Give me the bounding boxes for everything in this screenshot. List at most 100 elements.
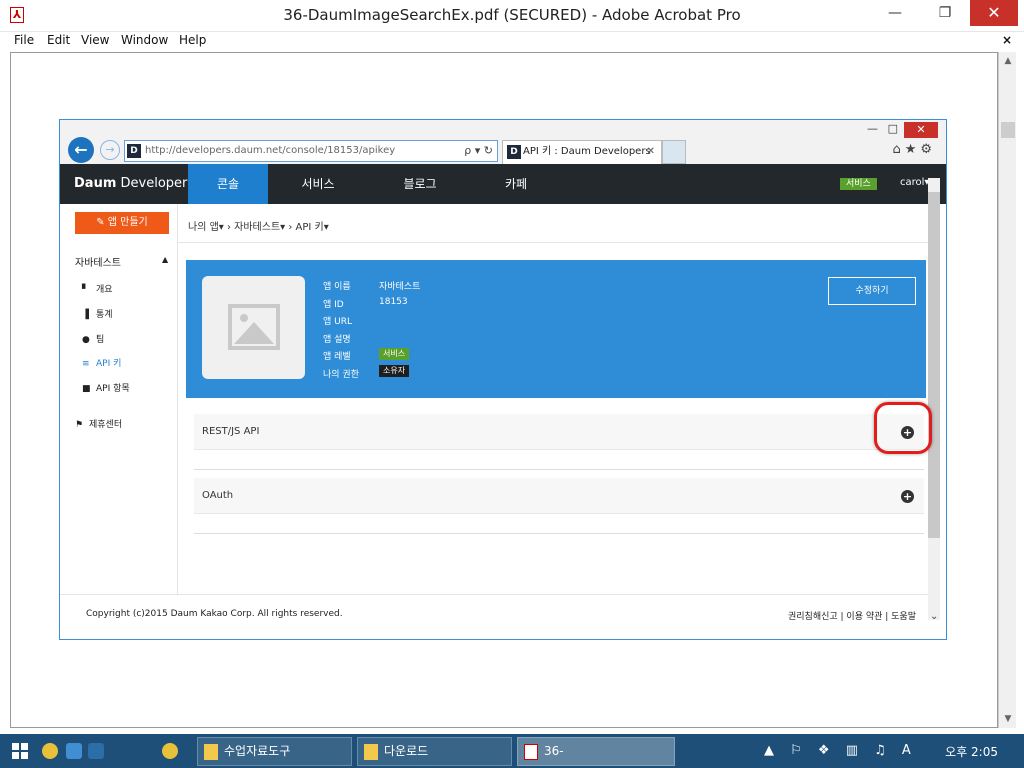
menu-help[interactable]: Help (179, 33, 206, 47)
window-titlebar: ⅄ 36-DaumImageSearchEx.pdf (SECURED) - A… (0, 0, 1024, 32)
panel-header[interactable]: REST/JS API + (194, 414, 924, 450)
menu-file[interactable]: File (14, 33, 34, 47)
label-app-url: 앱 URL (323, 317, 352, 327)
browser-close-button[interactable]: ✕ (904, 122, 938, 138)
panel-header[interactable]: OAuth + (194, 478, 924, 514)
app-info-banner: 앱 이름 앱 ID 앱 URL 앱 설명 앱 레벨 나의 권한 자바테스트 18… (186, 260, 926, 398)
panel-oauth: OAuth + (194, 478, 924, 534)
tab-title[interactable]: API 키 : Daum Developers (523, 146, 651, 157)
sidebar-app-name[interactable]: 자바테스트 (75, 254, 121, 269)
sidebar-item-api-items[interactable]: ■ API 항목 (82, 381, 130, 394)
tab-close-icon[interactable]: ✕ (647, 141, 655, 163)
back-arrow-icon[interactable]: ← (68, 137, 94, 163)
home-favorites-settings-icons[interactable]: ⌂★⚙ (892, 142, 936, 157)
label-app-name: 앱 이름 (323, 282, 351, 292)
main-content: 나의 앱▾ › 자바테스트▾ › API 키▾ 앱 이름 앱 ID 앱 URL … (178, 204, 928, 594)
red-highlight-circle (874, 402, 932, 454)
menu-view[interactable]: View (81, 33, 109, 47)
flag-icon: ⚑ (75, 420, 84, 430)
panel-title: OAuth (202, 490, 234, 501)
site-favicon-icon: D (127, 144, 141, 158)
folder-icon (204, 744, 218, 760)
panel-title: REST/JS API (202, 426, 260, 437)
breadcrumb[interactable]: 나의 앱▾ › 자바테스트▾ › API 키▾ (188, 218, 329, 233)
permission-badge: 소유자 (379, 365, 410, 377)
sidebar-item-api-key[interactable]: ≡ API 키 (82, 356, 121, 369)
grid-icon: ■ (82, 384, 91, 394)
browser-maximize-button[interactable]: □ (888, 122, 898, 135)
person-icon: ● (82, 335, 90, 345)
daum-developers-logo[interactable]: Daum Developers (74, 176, 194, 191)
menu-bar: File Edit View Window Help × (0, 32, 1024, 50)
task-acrobat[interactable]: 36-DaumImageSear... (517, 737, 675, 766)
clock[interactable]: 오후 2:05 (945, 743, 998, 760)
label-app-id: 앱 ID (323, 300, 344, 310)
task-folder-1[interactable]: 수업자료도구 (197, 737, 352, 766)
scroll-up-icon[interactable]: ▲ (999, 56, 1017, 66)
system-tray-icons[interactable]: ▲ ⚐ ❖ ▥ ♫ A (764, 743, 917, 758)
document-scrollbar[interactable]: ▲ ▼ (998, 52, 1016, 728)
edit-button[interactable]: 수정하기 (828, 277, 916, 305)
windows-taskbar: 수업자료도구 다운로드 36-DaumImageSear... ▲ ⚐ ❖ ▥ … (0, 734, 1024, 768)
bar-chart-icon: ▐ (82, 310, 89, 320)
address-bar[interactable]: D http://developers.daum.net/console/181… (124, 140, 498, 162)
chrome-pinned-icon[interactable] (162, 743, 178, 759)
windows-start-icon[interactable] (12, 743, 28, 759)
document-icon: ▘ (82, 285, 89, 295)
service-badge: 서비스 (840, 178, 877, 190)
close-button[interactable]: ✕ (970, 0, 1018, 26)
document-close-icon[interactable]: × (1002, 33, 1012, 47)
site-footer: Copyright (c)2015 Daum Kakao Corp. All r… (60, 594, 938, 638)
nav-console[interactable]: 콘솔 (188, 164, 268, 204)
forward-arrow-icon[interactable]: → (100, 140, 120, 160)
browser-tab[interactable]: D API 키 : Daum Developers ✕ (502, 140, 662, 164)
new-tab-button[interactable] (662, 140, 686, 164)
chevron-down-icon[interactable]: ⌄ (930, 611, 938, 622)
user-menu[interactable]: carol▾ (900, 177, 929, 188)
app-level-badge: 서비스 (379, 348, 410, 360)
sidebar-item-stats[interactable]: ▐ 통계 (82, 307, 113, 320)
page-scrollbar-thumb[interactable] (928, 192, 940, 538)
page-scrollbar[interactable] (928, 178, 940, 620)
address-tools-icon[interactable]: ρ ▾ ↻ (464, 141, 493, 161)
label-app-desc: 앱 설명 (323, 335, 351, 345)
app-name-value: 자바테스트 (379, 282, 421, 292)
site-navbar: Daum Developers 콘솔 서비스 블로그 카페 서비스 carol▾ (60, 164, 946, 204)
make-app-button[interactable]: ✎ 앱 만들기 (75, 212, 169, 234)
collapse-caret-icon[interactable]: ▲ (162, 255, 168, 264)
app-thumbnail (202, 276, 305, 379)
menu-edit[interactable]: Edit (47, 33, 70, 47)
footer-links[interactable]: 권리침해신고 | 이용 약관 | 도움말 (788, 609, 916, 622)
scrollbar-thumb[interactable] (1001, 122, 1015, 138)
browser-toolbar: — □ ✕ ← → D http://developers.daum.net/c… (60, 120, 946, 164)
tab-favicon-icon: D (507, 145, 521, 159)
menu-window[interactable]: Window (121, 33, 168, 47)
nav-blog[interactable]: 블로그 (380, 164, 460, 204)
divider (178, 242, 928, 243)
browser-screenshot: — □ ✕ ← → D http://developers.daum.net/c… (59, 119, 947, 640)
app-icon[interactable] (88, 743, 104, 759)
chrome-icon[interactable] (42, 743, 58, 759)
nav-cafe[interactable]: 카페 (476, 164, 556, 204)
minimize-button[interactable]: — (878, 0, 912, 26)
label-app-level: 앱 레벨 (323, 352, 351, 362)
desktop-icon[interactable] (66, 743, 82, 759)
scroll-down-icon[interactable]: ▼ (999, 714, 1017, 724)
browser-minimize-button[interactable]: — (867, 122, 878, 135)
maximize-button[interactable]: ❐ (928, 0, 962, 26)
nav-service[interactable]: 서비스 (278, 164, 358, 204)
address-url[interactable]: http://developers.daum.net/console/18153… (145, 145, 395, 156)
copyright-text: Copyright (c)2015 Daum Kakao Corp. All r… (86, 609, 343, 619)
task-folder-2[interactable]: 다운로드 (357, 737, 512, 766)
folder-icon (364, 744, 378, 760)
panel-rest-js-api: REST/JS API + (194, 414, 924, 470)
pdf-icon (524, 744, 538, 760)
sidebar-item-team[interactable]: ● 팀 (82, 332, 104, 345)
sidebar: ✎ 앱 만들기 자바테스트 ▲ ▘ 개요 ▐ 통계 ● 팀 ≡ API 키 ■ API 항… (60, 204, 178, 594)
image-placeholder-icon (228, 304, 280, 350)
app-id-value: 18153 (379, 297, 408, 307)
window-title: 36-DaumImageSearchEx.pdf (SECURED) - Ado… (283, 6, 741, 24)
sidebar-item-overview[interactable]: ▘ 개요 (82, 282, 113, 295)
sidebar-item-partner[interactable]: ⚑ 제휴센터 (75, 417, 122, 430)
plus-circle-icon[interactable]: + (901, 490, 914, 503)
